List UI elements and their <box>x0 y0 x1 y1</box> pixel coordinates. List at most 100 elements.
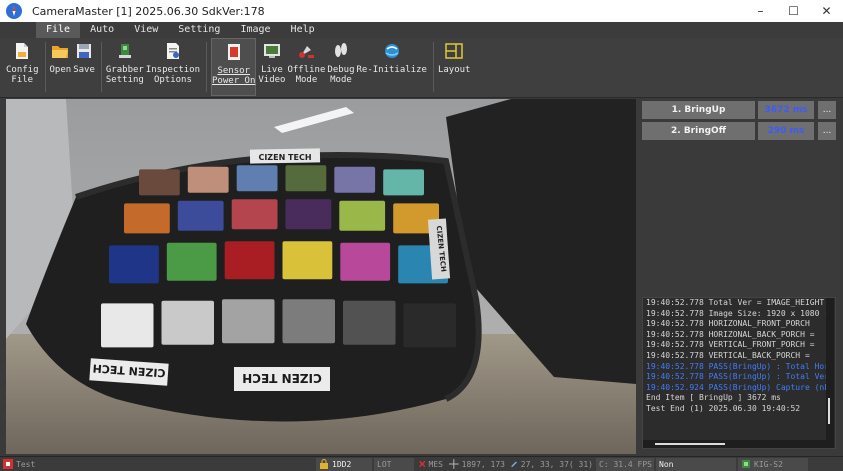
crosshair-icon <box>449 459 459 469</box>
color-patch <box>231 199 278 230</box>
status-mode-cell: Non <box>656 457 736 471</box>
log-line-pass: 19:40:52.924 PASS(BringUp) Capture (nF <box>646 382 830 392</box>
test-sequence-panel: 1. BringUp 3672 ms ... 2. BringOff 290 m… <box>638 99 840 454</box>
log-line: 19:40:52.778 HORIZONAL_FRONT_PORCH <box>646 319 810 329</box>
grabber-board-icon <box>118 44 131 58</box>
layout-label: Layout <box>437 65 471 75</box>
re-initialize-button[interactable]: Re-Initialize <box>357 38 427 96</box>
log-line: 19:40:52.778 VERTICAL_FRONT_PORCH = <box>646 340 815 350</box>
grabber-setting-label: Grabber Setting <box>105 65 144 85</box>
log-line-pass: 19:40:52.778 PASS(BringUp) : Total Ver <box>646 372 830 382</box>
log-lines: 19:40:52.778 Total Ver = IMAGE_HEIGHT 19… <box>643 298 835 415</box>
offline-plug-icon <box>299 46 315 58</box>
log-line: 19:40:52.778 VERTICAL_BACK_PORCH = <box>646 350 810 360</box>
grabber-setting-button[interactable]: Grabber Setting <box>106 38 144 96</box>
color-patch <box>222 299 275 344</box>
log-line-pass: 19:40:52.778 PASS(BringUp) : Total Hor <box>646 361 830 371</box>
chart-top-label: CIZEN TECH <box>258 153 311 162</box>
log-horizontal-scroll-thumb[interactable] <box>655 443 725 445</box>
offline-mode-label: Offline Mode <box>287 65 326 85</box>
board-chip-icon <box>742 460 750 468</box>
status-lot-cell: LOT <box>374 457 414 471</box>
status-device-cell: 1DD2 <box>316 457 372 471</box>
color-patch <box>282 241 333 280</box>
menu-setting[interactable]: Setting <box>168 22 230 38</box>
debug-footprints-icon <box>334 43 347 57</box>
live-video-button[interactable]: Live Video <box>258 38 285 96</box>
offline-mode-button[interactable]: Offline Mode <box>287 38 325 96</box>
log-line: 19:40:52.778 HORIZONAL_BACK_PORCH = <box>646 329 815 339</box>
step-bringoff-time: 290 ms <box>758 122 814 140</box>
menu-file[interactable]: File <box>36 22 81 38</box>
step-bringup-button[interactable]: 1. BringUp <box>642 101 755 119</box>
color-patch <box>166 242 217 281</box>
status-device-label: 1DD2 <box>332 459 352 469</box>
log-line: 19:40:52.778 Total Ver = IMAGE_HEIGHT <box>646 298 825 307</box>
color-patch <box>177 200 224 231</box>
minimize-button[interactable]: – <box>744 0 777 22</box>
window-title: CameraMaster [1] 2025.06.30 SdkVer:178 <box>32 4 265 18</box>
maximize-button[interactable]: ☐ <box>777 0 810 22</box>
menu-image[interactable]: Image <box>230 22 280 38</box>
status-coords-cell: 1897, 173 <box>446 458 508 471</box>
layout-button[interactable]: Layout <box>437 38 471 96</box>
camera-live-view[interactable]: CIZEN TECH CIZEN TECH CIZEN TECH CIZEN T… <box>6 99 636 454</box>
live-video-monitor-icon <box>263 44 280 58</box>
step-bringoff-more-button[interactable]: ... <box>818 122 836 140</box>
status-board-value: KIG-S2 <box>754 459 783 469</box>
step-row: 1. BringUp 3672 ms ... <box>642 101 836 119</box>
color-patch <box>285 199 332 230</box>
folder-open-icon <box>52 46 69 58</box>
re-initialize-globe-icon <box>384 44 399 58</box>
color-patch <box>383 169 424 196</box>
open-button[interactable]: Open <box>49 38 72 96</box>
status-fps-value: C: 31.4 FPS <box>599 459 652 469</box>
close-button[interactable]: ✕ <box>810 0 843 22</box>
config-file-label: Config File <box>6 65 39 85</box>
chart-bottom-right-label: CIZEN TECH <box>242 371 322 385</box>
toolbar-separator <box>432 42 434 92</box>
debug-mode-button[interactable]: Debug Mode <box>327 38 355 96</box>
debug-mode-label: Debug Mode <box>327 65 355 85</box>
step-bringup-more-button[interactable]: ... <box>818 101 836 119</box>
inspection-options-button[interactable]: Inspection Options <box>146 38 200 96</box>
color-patch <box>340 242 391 281</box>
step-bringoff-button[interactable]: 2. BringOff <box>642 122 755 140</box>
status-mes-cell: MES <box>416 458 446 471</box>
lock-icon <box>320 459 328 469</box>
app-compass-icon <box>6 3 22 19</box>
log-line: Test End (1) 2025.06.30 19:40:52 <box>646 403 801 413</box>
menu-help[interactable]: Help <box>281 22 325 38</box>
status-rgb-value: 27, 33, 37( 31) <box>520 459 593 469</box>
color-patch <box>403 303 456 348</box>
save-button[interactable]: Save <box>73 38 95 96</box>
save-disk-icon <box>77 44 92 58</box>
save-label: Save <box>73 65 95 75</box>
toolbar-separator <box>100 42 102 92</box>
config-file-button[interactable]: Config File <box>6 38 39 96</box>
sensor-power-on-label: Sensor Power On <box>212 66 256 86</box>
log-output[interactable]: 19:40:52.778 Total Ver = IMAGE_HEIGHT 19… <box>642 297 836 449</box>
sensor-power-on-button[interactable]: Sensor Power On <box>211 38 257 96</box>
log-horizontal-scrollbar[interactable] <box>643 440 827 448</box>
menu-auto[interactable]: Auto <box>80 22 124 38</box>
open-label: Open <box>49 65 72 75</box>
layout-grid-icon <box>445 43 463 59</box>
step-row: 2. BringOff 290 ms ... <box>642 122 836 140</box>
toolbar-separator <box>206 42 208 92</box>
color-patch <box>236 165 278 192</box>
log-vertical-scrollbar[interactable] <box>826 298 834 448</box>
status-mode-value: Non <box>659 459 674 469</box>
status-test-cell: Test <box>0 458 316 471</box>
color-patch <box>224 241 275 280</box>
status-coords-value: 1897, 173 <box>461 459 505 469</box>
menu-view[interactable]: View <box>124 22 168 38</box>
color-patch <box>343 300 396 345</box>
log-vertical-scroll-thumb[interactable] <box>828 398 830 424</box>
color-patch <box>334 166 376 193</box>
color-patch <box>282 299 335 344</box>
color-patch <box>109 245 159 284</box>
color-picker-icon <box>511 461 517 468</box>
color-patch <box>124 203 170 234</box>
test-status-icon <box>3 459 13 469</box>
